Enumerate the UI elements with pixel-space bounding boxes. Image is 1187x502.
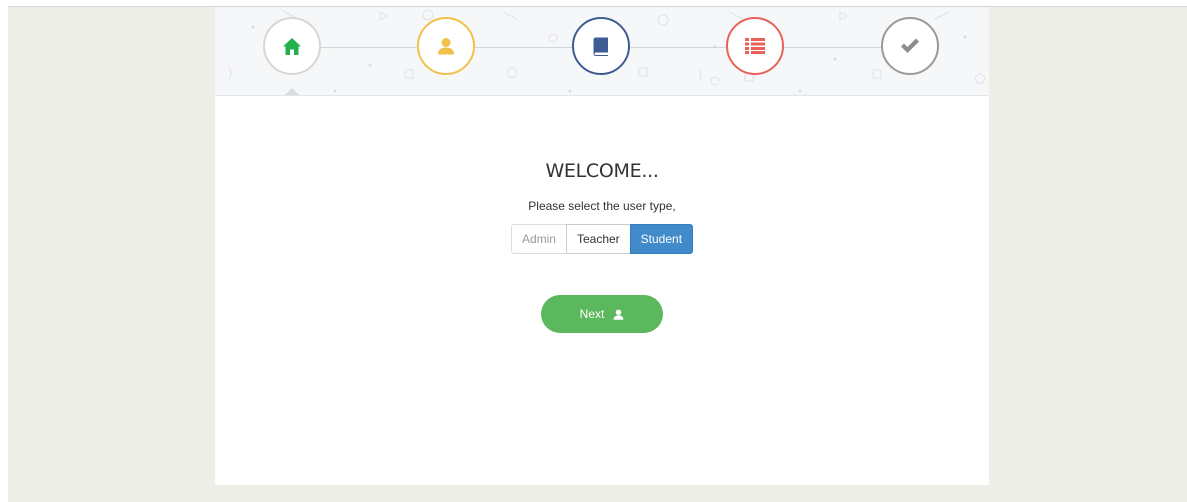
step-book[interactable] — [572, 17, 630, 75]
user-type-student[interactable]: Student — [629, 224, 694, 254]
step-connector — [784, 47, 881, 48]
next-button[interactable]: Next — [541, 295, 663, 333]
check-icon — [901, 38, 919, 53]
step-connector — [321, 47, 417, 48]
welcome-panel: WELCOME... Please select the user type, … — [215, 96, 989, 333]
step-home[interactable] — [263, 17, 321, 75]
step-confirm[interactable] — [881, 17, 939, 75]
user-type-prompt: Please select the user type, — [528, 199, 676, 213]
next-button-label: Next — [579, 307, 605, 321]
user-type-teacher[interactable]: Teacher — [565, 224, 631, 254]
step-list[interactable] — [726, 17, 784, 75]
user-icon — [613, 309, 624, 320]
step-connector — [630, 47, 726, 48]
list-icon — [745, 38, 765, 54]
step-user[interactable] — [417, 17, 475, 75]
user-type-selector: Admin Teacher Student — [510, 224, 694, 254]
step-connector — [475, 47, 572, 48]
book-icon — [593, 37, 608, 56]
active-step-indicator — [285, 88, 299, 95]
home-icon — [283, 37, 301, 55]
signup-wizard: WELCOME... Please select the user type, … — [215, 7, 989, 485]
user-icon — [438, 38, 454, 55]
wizard-steps-bar — [215, 7, 989, 96]
page-background: WELCOME... Please select the user type, … — [8, 6, 1187, 502]
page-title: WELCOME... — [545, 160, 659, 182]
user-type-admin[interactable]: Admin — [510, 224, 567, 254]
